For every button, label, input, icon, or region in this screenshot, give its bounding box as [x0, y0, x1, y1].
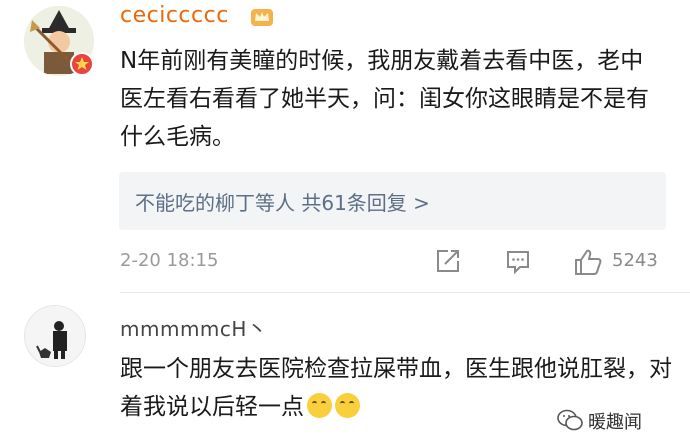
upside-down-face-emoji-icon	[307, 393, 332, 418]
share-icon[interactable]	[435, 248, 461, 274]
replies-preview[interactable]: 不能吃的柳丁等人 共61条回复 >	[119, 172, 666, 230]
like-count: 5243	[612, 250, 658, 271]
vip-crown-icon	[251, 9, 273, 26]
comment-divider	[120, 292, 690, 293]
user-avatar[interactable]	[24, 305, 86, 367]
comment-username[interactable]: ceciccccc	[120, 3, 229, 28]
wechat-logo-icon	[557, 409, 583, 431]
upside-down-face-emoji-icon	[335, 393, 360, 418]
comment-text: N年前刚有美瞳的时候，我朋友戴着去看中医，老中医左看右看看了她半天，问：闺女你这…	[120, 48, 649, 150]
like-thumb-icon[interactable]	[573, 248, 603, 276]
comment-icon[interactable]	[505, 248, 531, 274]
replies-link[interactable]: 不能吃的柳丁等人 共61条回复 >	[135, 187, 430, 216]
comment-timestamp: 2-20 18:15	[120, 250, 219, 271]
comment-username[interactable]: mmmmmcH丶	[120, 313, 267, 342]
verified-badge-icon	[70, 52, 94, 76]
watermark-text: 暖趣闻	[588, 412, 642, 433]
